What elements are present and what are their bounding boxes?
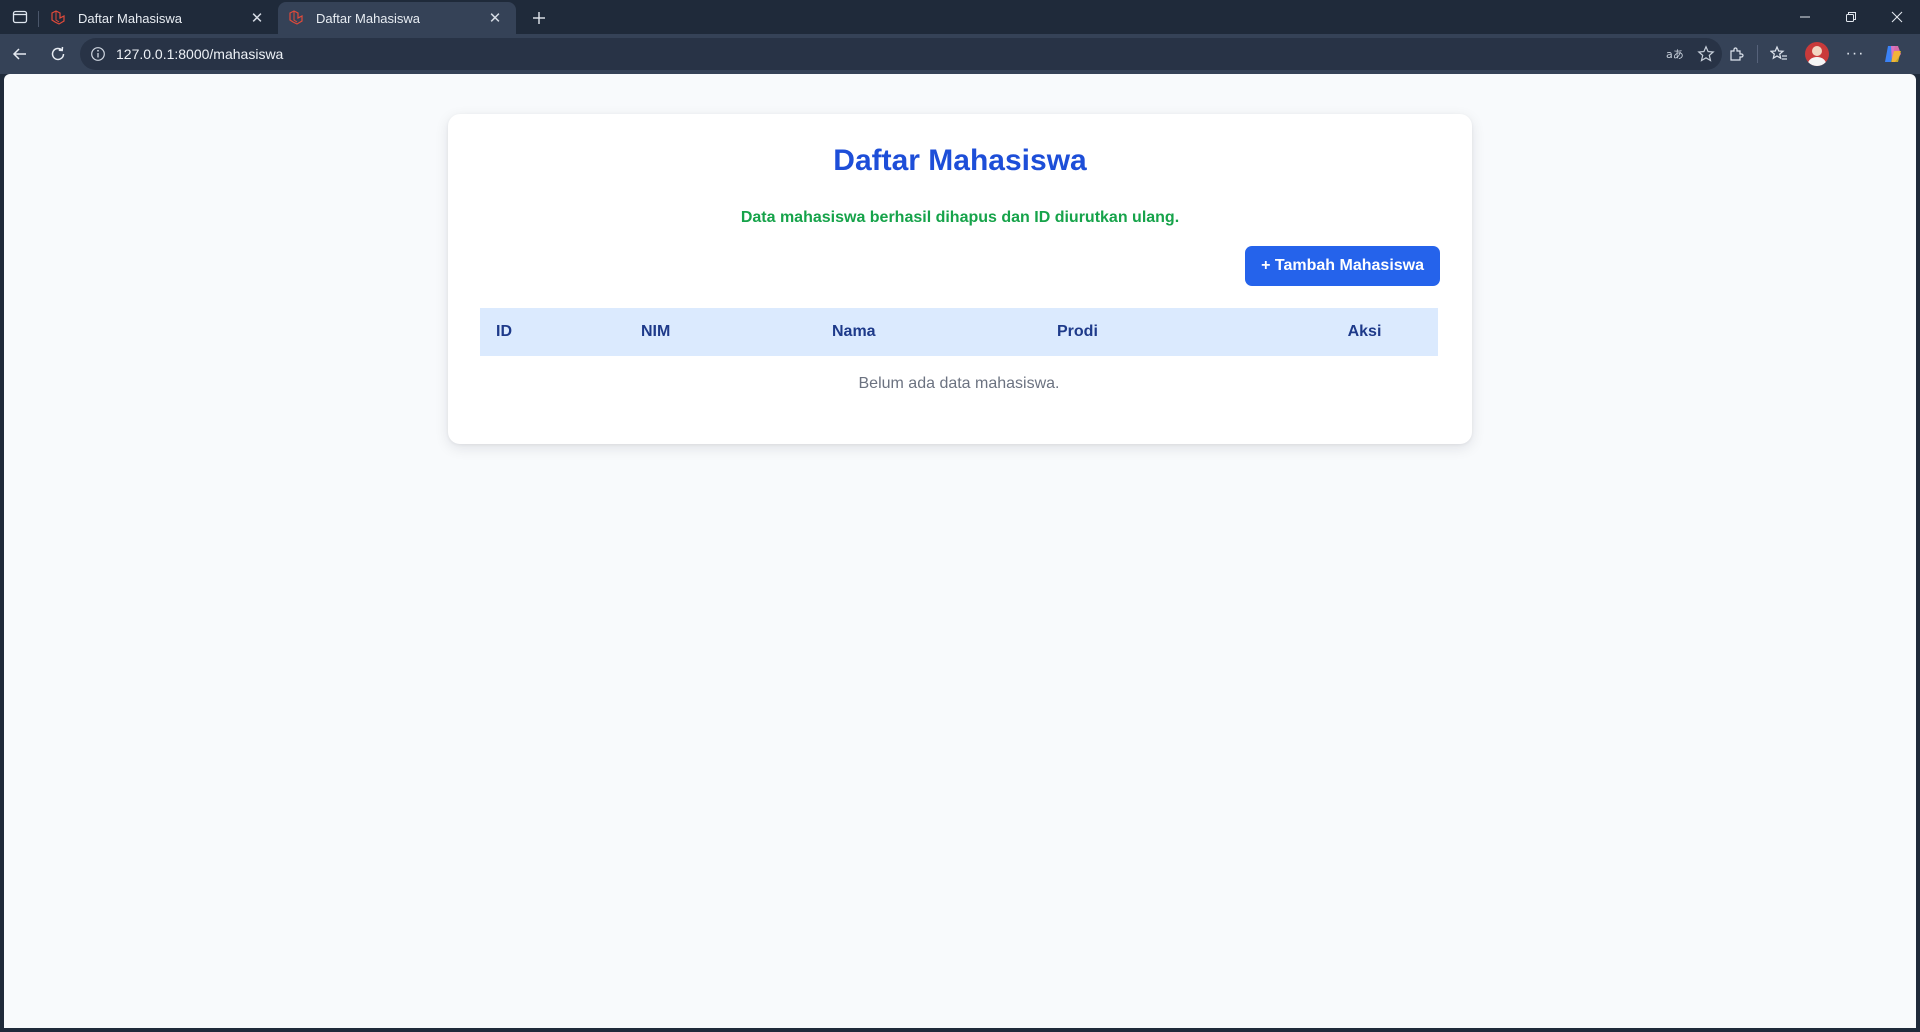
svg-text:aあ: aあ [1666, 48, 1683, 61]
laravel-favicon-icon [288, 10, 304, 26]
reload-button[interactable] [40, 38, 76, 70]
column-header-id: ID [496, 323, 512, 340]
plus-icon [533, 12, 545, 24]
back-button[interactable] [2, 38, 38, 70]
sidebar-toggle-icon[interactable] [0, 0, 40, 34]
page-title: Daftar Mahasiswa [833, 144, 1087, 177]
browser-tab[interactable]: Daftar Mahasiswa ✕ [38, 2, 278, 34]
reload-icon [51, 46, 65, 61]
back-arrow-icon [12, 48, 26, 60]
table-header: ID NIM Nama Prodi Aksi [480, 308, 1438, 356]
copilot-icon[interactable] [1874, 38, 1912, 70]
new-tab-button[interactable] [522, 2, 556, 34]
site-info-icon[interactable] [80, 46, 116, 62]
url-text[interactable]: 127.0.0.1:8000/mahasiswa [116, 46, 1658, 62]
profile-button[interactable] [1798, 38, 1836, 70]
student-table: ID NIM Nama Prodi Aksi Belum ada data ma… [480, 308, 1438, 412]
column-header-prodi: Prodi [1057, 323, 1098, 340]
more-menu-icon[interactable]: ··· [1836, 38, 1874, 70]
column-header-aksi: Aksi [1347, 323, 1382, 340]
tab-close-icon[interactable]: ✕ [248, 9, 266, 27]
tab-title: Daftar Mahasiswa [316, 10, 421, 26]
restore-button[interactable] [1828, 0, 1874, 34]
add-student-button[interactable]: + Tambah Mahasiswa [1245, 246, 1440, 286]
tab-title: Daftar Mahasiswa [78, 10, 183, 26]
content-card: Daftar Mahasiswa Data mahasiswa berhasil… [448, 114, 1472, 444]
tab-separator [38, 11, 39, 27]
browser-titlebar: Daftar Mahasiswa ✕ Daftar Mahasiswa ✕ [0, 0, 1920, 34]
column-header-nim: NIM [641, 323, 671, 340]
laravel-favicon-icon [50, 10, 66, 26]
avatar [1805, 42, 1829, 66]
read-aloud-icon[interactable]: aあ [1658, 46, 1690, 62]
close-window-button[interactable] [1874, 0, 1920, 34]
column-header-nama: Nama [832, 323, 876, 340]
extensions-icon[interactable] [1717, 38, 1755, 70]
empty-table-message: Belum ada data mahasiswa. [858, 375, 1060, 392]
window-controls [1782, 0, 1920, 34]
toolbar-divider [1757, 45, 1758, 63]
restore-icon [1846, 12, 1856, 22]
address-bar[interactable]: 127.0.0.1:8000/mahasiswa aあ [80, 38, 1722, 70]
minimize-icon [1800, 16, 1810, 18]
close-icon [1891, 11, 1903, 23]
browser-toolbar: 127.0.0.1:8000/mahasiswa aあ ··· [0, 34, 1920, 74]
success-flash-message: Data mahasiswa berhasil dihapus dan ID d… [740, 209, 1180, 226]
browser-tab-active[interactable]: Daftar Mahasiswa ✕ [278, 2, 516, 34]
page-viewport: Daftar Mahasiswa Data mahasiswa berhasil… [4, 74, 1916, 1028]
minimize-button[interactable] [1782, 0, 1828, 34]
favorites-icon[interactable] [1760, 38, 1798, 70]
tab-close-icon[interactable]: ✕ [486, 9, 504, 27]
toolbar-actions: ··· [1717, 38, 1912, 70]
